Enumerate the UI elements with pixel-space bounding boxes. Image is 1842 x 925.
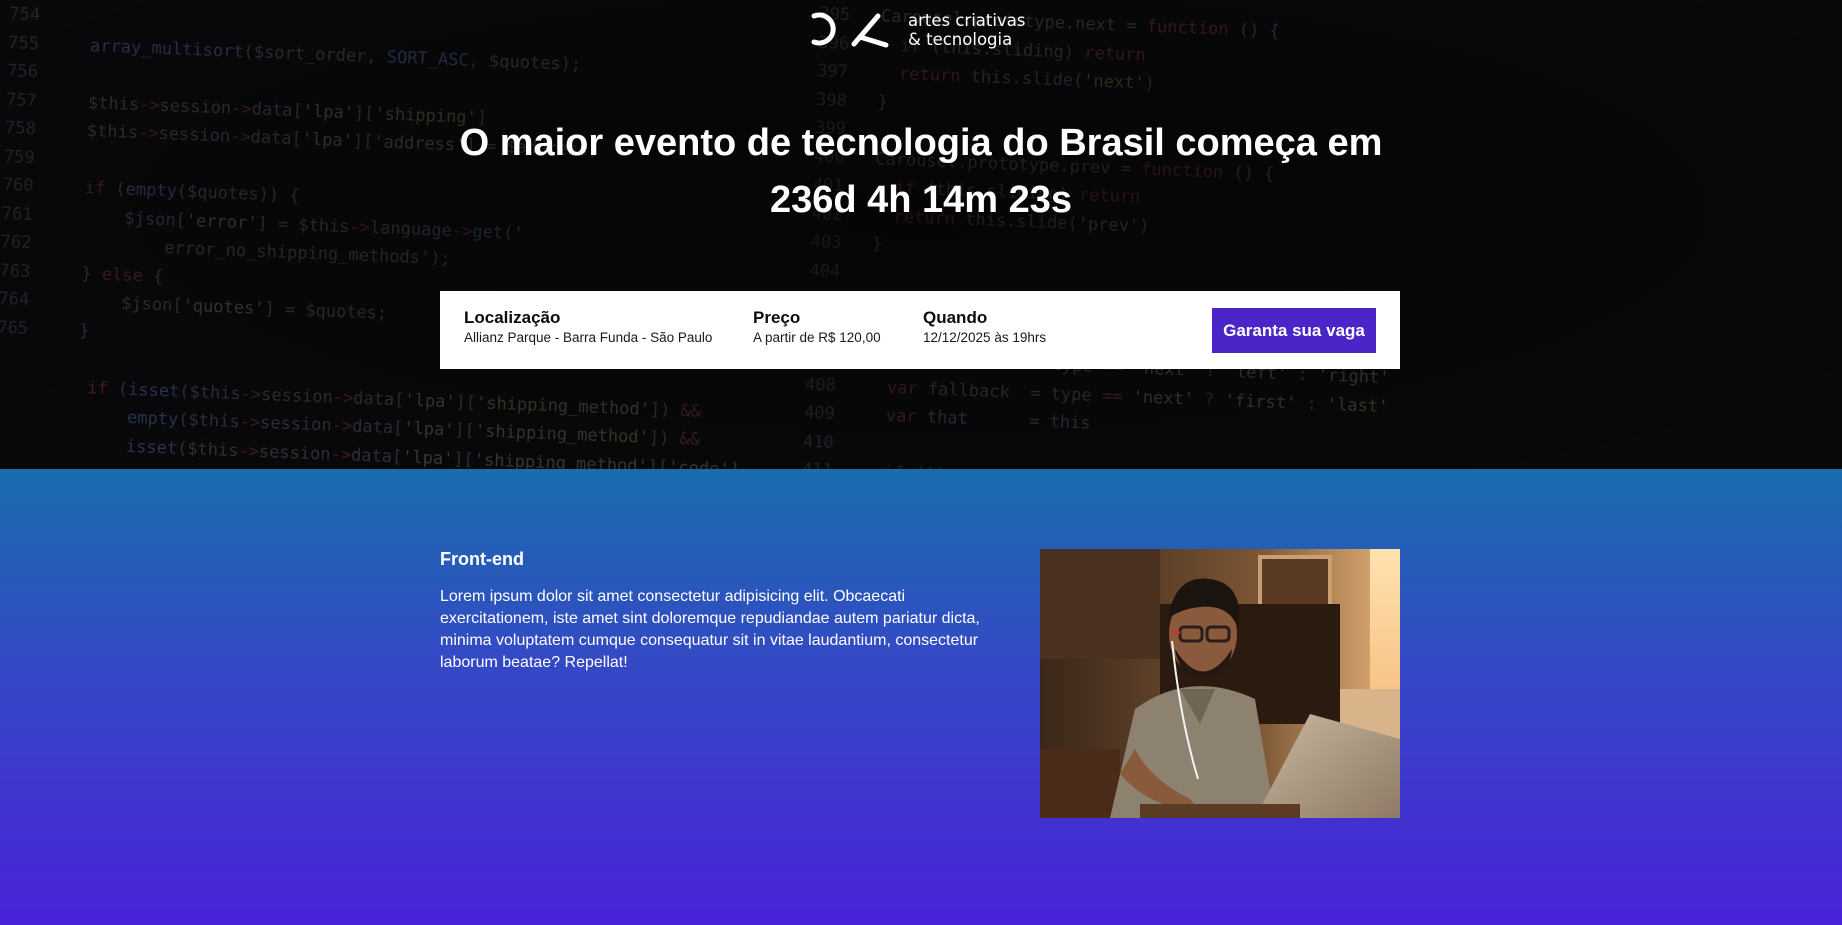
info-when: Quando 12/12/2025 às 19hrs [923, 308, 1046, 347]
location-value: Allianz Parque - Barra Funda - São Paulo [464, 330, 713, 345]
info-price: Preço A partir de R$ 120,00 [753, 308, 881, 347]
brand-logo[interactable]: artes criativas & tecnologia [810, 10, 1025, 50]
logo-mark-icon [811, 12, 889, 48]
event-info-bar: Localização Allianz Parque - Barra Funda… [440, 291, 1400, 369]
info-location: Localização Allianz Parque - Barra Funda… [464, 308, 712, 347]
brand-name-line2: & tecnologia [908, 30, 1013, 49]
brand-name: artes criativas & tecnologia [908, 11, 1025, 49]
developer-photo-illustration [1040, 549, 1400, 818]
brand-name-line1: artes criativas [908, 11, 1026, 30]
page-headline: O maior evento de tecnologia do Brasil c… [0, 115, 1842, 229]
section-description: Lorem ipsum dolor sit amet consectetur a… [440, 588, 980, 671]
content-section: Front-end Lorem ipsum dolor sit amet con… [0, 469, 1842, 925]
countdown-timer: 236d 4h 14m 23s [769, 179, 1073, 221]
when-value: 12/12/2025 às 19hrs [923, 330, 1047, 345]
headline-text: O maior evento de tecnologia do Brasil c… [459, 122, 1383, 164]
section-title: Front-end [440, 549, 524, 569]
hero-section: 754 755 array_multisort($sort_order, SOR… [0, 0, 1842, 469]
when-title: Quando [923, 308, 988, 327]
developer-photo [1040, 549, 1400, 818]
hero-overlay [0, 0, 1842, 469]
price-value: A partir de R$ 120,00 [753, 330, 881, 345]
location-title: Localização [464, 308, 561, 327]
register-button[interactable]: Garanta sua vaga [1212, 308, 1376, 353]
price-title: Preço [753, 308, 801, 327]
